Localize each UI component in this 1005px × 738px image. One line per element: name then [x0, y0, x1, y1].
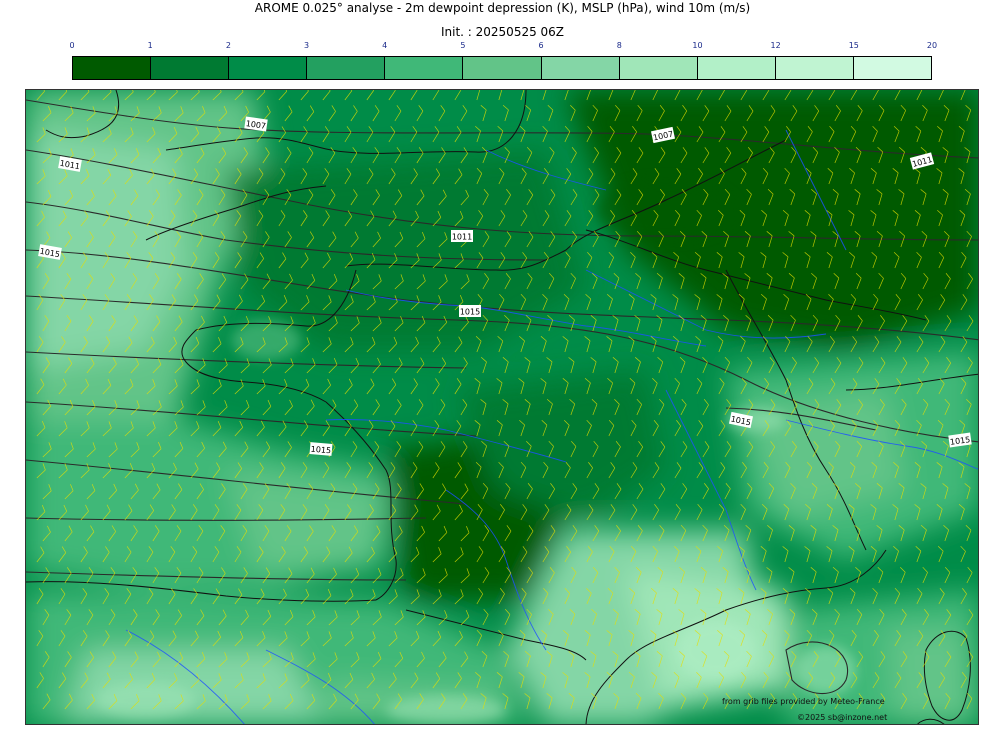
colorbar-tick-label: 15	[848, 41, 859, 50]
init-time: Init. : 20250525 06Z	[440, 25, 565, 39]
colorbar-tick-label: 1	[147, 41, 153, 50]
colorbar-tick-label: 0	[69, 41, 75, 50]
colorbar-tick-label: 10	[692, 41, 703, 50]
isobar-label: 1015	[310, 445, 331, 456]
map-title: AROME 0.025° analyse - 2m dewpoint depre…	[254, 1, 751, 15]
colorbar-tick-label: 3	[303, 41, 310, 50]
colorbar-tick-label: 2	[225, 41, 231, 50]
copyright-credit: ©2025 sb@inzone.net	[797, 713, 888, 722]
colorbar-segment	[541, 57, 620, 79]
isobar-label: 1011	[452, 233, 472, 242]
colorbar-segment	[697, 57, 776, 79]
colorbar-segment	[73, 57, 152, 79]
colorbar-segment	[307, 57, 386, 79]
colorbar-tick-label: 5	[460, 41, 466, 50]
colorbar-segment	[853, 57, 932, 79]
colorbar-legend	[72, 56, 932, 80]
colorbar-segment	[775, 57, 854, 79]
colorbar-tick-label: 8	[616, 41, 622, 50]
colorbar-segment	[463, 57, 542, 79]
colorbar-tick-label: 4	[382, 41, 388, 50]
weather-map: 1007 1007 1011 1011 1011 1015 1015 1015 …	[25, 89, 979, 725]
colorbar-segment	[229, 57, 308, 79]
isobar-label: 1015	[460, 308, 480, 317]
colorbar-tick-label: 12	[770, 41, 781, 50]
colorbar-tick-labels: 0 1 2 3 4 5 6 8 10 12 15 20	[69, 41, 937, 55]
colorbar-segment	[151, 57, 230, 79]
colorbar-segment	[619, 57, 698, 79]
colorbar-tick-label: 20	[926, 41, 938, 50]
data-source-credit: from grib files provided by Meteo-France	[722, 697, 885, 706]
colorbar-tick-label: 6	[538, 41, 544, 50]
colorbar-segment	[385, 57, 464, 79]
